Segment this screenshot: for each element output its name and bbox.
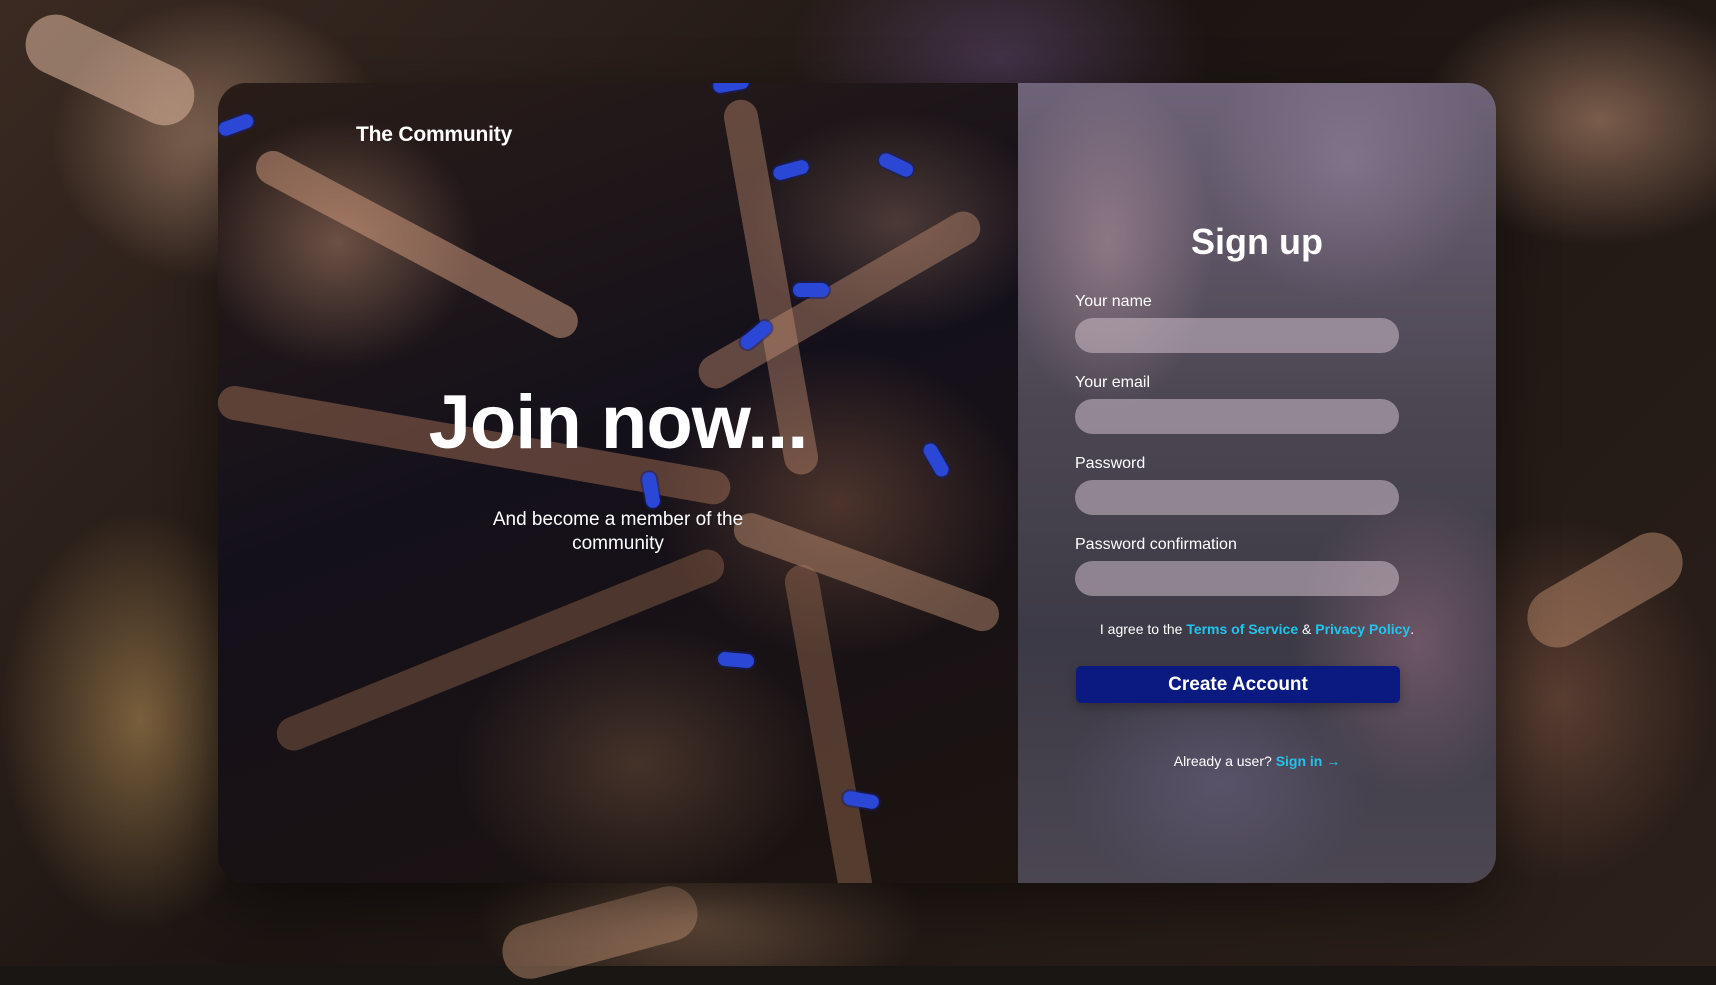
- wristband: [771, 158, 811, 182]
- background-hand: [1516, 521, 1694, 659]
- signin-link[interactable]: Sign in →: [1276, 753, 1341, 769]
- terms-agreement: I agree to the Terms of Service & Privac…: [1018, 621, 1496, 637]
- photo-arm: [250, 144, 584, 345]
- signup-title: Sign up: [1191, 221, 1323, 262]
- signin-prefix: Already a user?: [1173, 753, 1272, 769]
- wristband: [876, 151, 916, 179]
- privacy-policy-link[interactable]: Privacy Policy: [1315, 621, 1410, 637]
- name-label: Your name: [1075, 293, 1152, 310]
- photo-arm: [692, 205, 987, 395]
- signin-prompt: Already a user? Sign in →: [1018, 753, 1496, 769]
- create-account-button[interactable]: Create Account: [1076, 666, 1400, 703]
- name-input[interactable]: [1075, 318, 1399, 353]
- wristband: [218, 112, 256, 138]
- password-confirmation-input[interactable]: [1075, 561, 1399, 596]
- background-hand: [496, 880, 704, 985]
- signin-link-label: Sign in: [1275, 753, 1323, 769]
- email-input[interactable]: [1075, 399, 1399, 434]
- hero-panel: The Community Join now... And become a m…: [218, 83, 1018, 883]
- wristband: [920, 440, 952, 480]
- photo-arm: [271, 544, 730, 756]
- signup-panel: Sign up Your name Your email Password Pa…: [1018, 83, 1496, 883]
- hero-title: Join now...: [428, 380, 809, 465]
- password-confirmation-label: Password confirmation: [1075, 536, 1237, 553]
- photo-arm: [782, 562, 875, 883]
- terms-of-service-link[interactable]: Terms of Service: [1186, 621, 1298, 637]
- wristband: [793, 283, 829, 297]
- password-label: Password: [1075, 455, 1146, 472]
- hero-subtitle: And become a member of the community: [492, 509, 744, 554]
- email-label: Your email: [1075, 374, 1151, 391]
- background-hand: [15, 4, 205, 136]
- arrow-right-icon: →: [1326, 753, 1341, 769]
- signup-card: The Community Join now... And become a m…: [218, 83, 1496, 883]
- terms-ampersand: &: [1302, 621, 1312, 637]
- brand-logo[interactable]: The Community: [356, 123, 512, 147]
- terms-prefix: I agree to the: [1099, 621, 1183, 637]
- wristband: [717, 651, 755, 669]
- terms-suffix: .: [1410, 621, 1415, 637]
- password-input[interactable]: [1075, 480, 1399, 515]
- wristband: [712, 83, 750, 95]
